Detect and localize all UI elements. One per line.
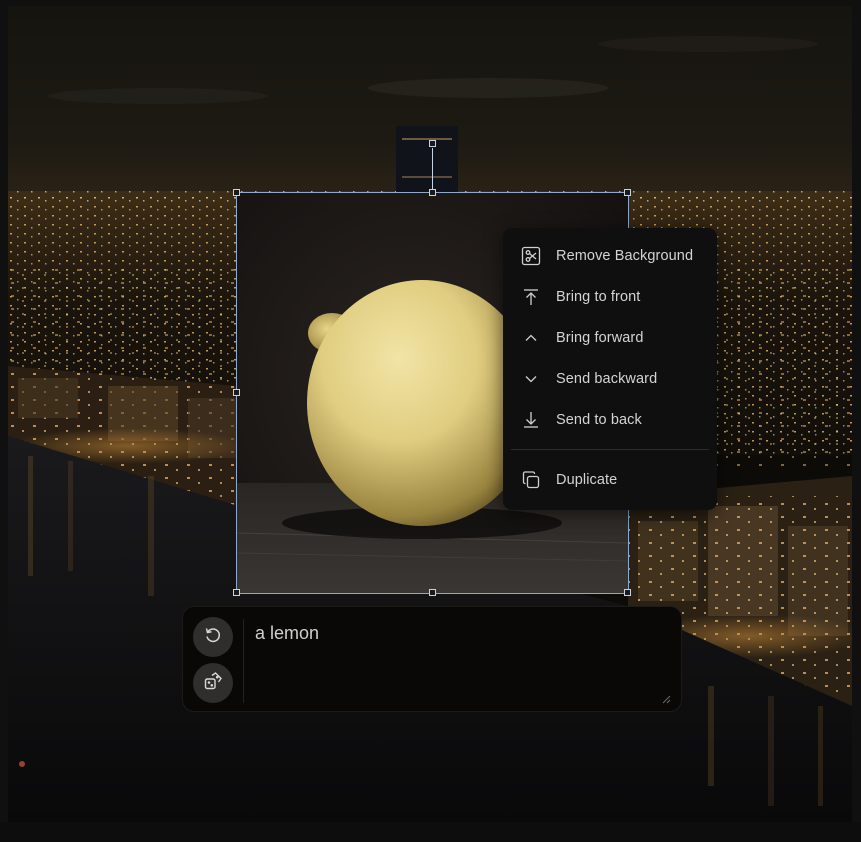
menu-item-label: Bring forward xyxy=(556,329,644,346)
regenerate-icon xyxy=(203,625,223,650)
context-menu: Remove Background Bring to front Bring f… xyxy=(503,228,717,510)
resize-handle-top[interactable] xyxy=(429,189,436,196)
prompt-divider xyxy=(243,619,244,703)
copy-icon xyxy=(521,470,541,490)
chevron-up-icon xyxy=(521,328,541,348)
menu-item-label: Send backward xyxy=(556,370,658,387)
prompt-tools xyxy=(193,617,233,709)
rotation-handle[interactable] xyxy=(429,140,436,147)
arrow-down-to-line-icon xyxy=(521,410,541,430)
menu-item-label: Remove Background xyxy=(556,247,694,264)
menu-item-remove-background[interactable]: Remove Background xyxy=(503,235,717,276)
menu-item-label: Bring to front xyxy=(556,288,641,305)
canvas-bottom-strip xyxy=(0,822,861,842)
dice-icon xyxy=(203,671,223,696)
menu-item-send-to-back[interactable]: Send to back xyxy=(503,399,717,440)
resize-grip-icon[interactable] xyxy=(661,691,671,704)
rotation-handle-line xyxy=(432,148,433,192)
menu-item-send-backward[interactable]: Send backward xyxy=(503,358,717,399)
resize-handle-bottom[interactable] xyxy=(429,589,436,596)
menu-item-bring-forward[interactable]: Bring forward xyxy=(503,317,717,358)
resize-handle-top-right[interactable] xyxy=(624,189,631,196)
prompt-box: a lemon xyxy=(182,606,682,712)
editor-stage: Remove Background Bring to front Bring f… xyxy=(0,0,861,842)
resize-handle-bottom-right[interactable] xyxy=(624,589,631,596)
menu-item-bring-to-front[interactable]: Bring to front xyxy=(503,276,717,317)
random-seed-button[interactable] xyxy=(193,663,233,703)
menu-item-label: Send to back xyxy=(556,411,642,428)
menu-item-duplicate[interactable]: Duplicate xyxy=(503,459,717,500)
menu-separator xyxy=(511,449,709,450)
resize-handle-left[interactable] xyxy=(233,389,240,396)
resize-handle-bottom-left[interactable] xyxy=(233,589,240,596)
arrow-up-to-line-icon xyxy=(521,287,541,307)
chevron-down-icon xyxy=(521,369,541,389)
resize-handle-top-left[interactable] xyxy=(233,189,240,196)
scissors-icon xyxy=(521,246,541,266)
menu-item-label: Duplicate xyxy=(556,471,618,488)
regenerate-button[interactable] xyxy=(193,617,233,657)
prompt-input[interactable]: a lemon xyxy=(255,623,319,644)
